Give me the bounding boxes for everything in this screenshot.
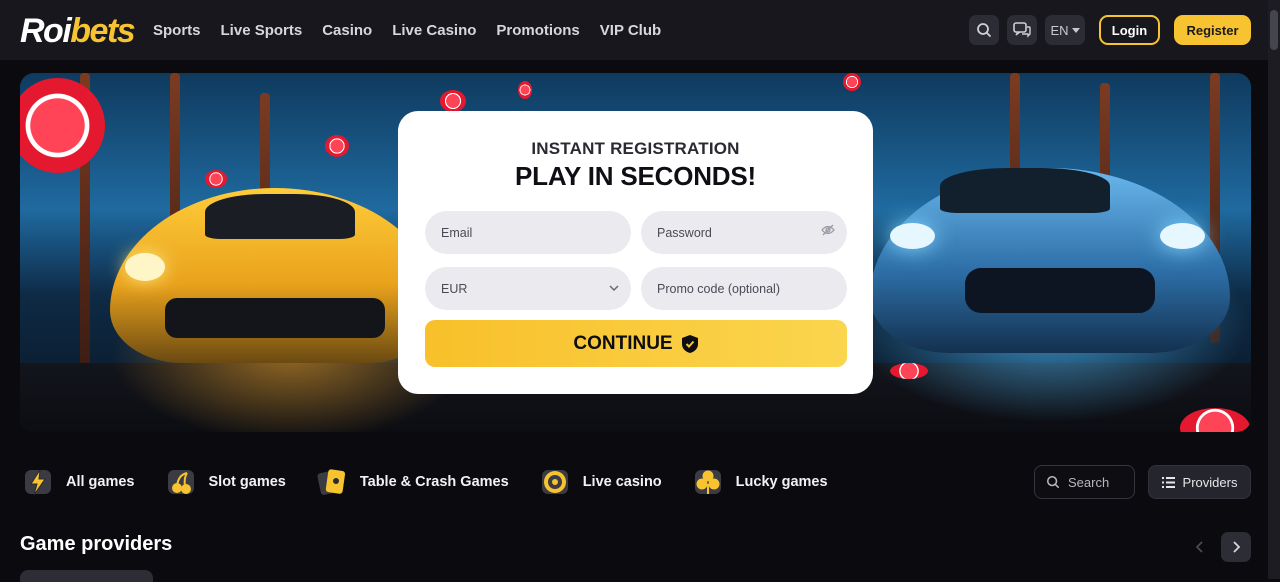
currency-select[interactable]: EUR	[425, 267, 631, 310]
cherry-icon	[167, 470, 194, 494]
category-all-games[interactable]: All games	[20, 464, 135, 500]
category-live-casino[interactable]: Live casino	[537, 464, 662, 500]
search-button[interactable]	[969, 15, 999, 45]
category-label: Slot games	[208, 474, 286, 490]
provider-card[interactable]	[20, 570, 153, 582]
registration-title: PLAY IN SECONDS!	[515, 161, 756, 191]
promo-placeholder: Promo code (optional)	[657, 281, 780, 296]
casino-chip	[890, 363, 928, 379]
password-field[interactable]: Password	[641, 211, 847, 254]
clover-icon	[694, 470, 721, 494]
category-label: Table & Crash Games	[359, 474, 509, 490]
category-label: All games	[66, 474, 135, 490]
page-scrollbar[interactable]	[1268, 0, 1280, 579]
casino-chip	[20, 78, 105, 173]
nav-live-sports[interactable]: Live Sports	[221, 22, 303, 39]
chat-button[interactable]	[1007, 15, 1037, 45]
category-table-crash-games[interactable]: Table & Crash Games	[314, 464, 509, 500]
providers-label: Providers	[1182, 474, 1238, 490]
search-placeholder: Search	[1068, 474, 1110, 490]
carousel-prev-button[interactable]	[1185, 532, 1215, 562]
cards-icon	[317, 469, 345, 495]
casino-chip	[518, 81, 532, 99]
shield-check-icon	[681, 334, 698, 353]
list-icon	[1161, 476, 1175, 488]
section-title: Game providers	[20, 533, 173, 555]
registration-card: INSTANT REGISTRATION PLAY IN SECONDS! Em…	[398, 111, 873, 394]
nav-sports[interactable]: Sports	[153, 22, 201, 39]
roulette-icon	[541, 470, 568, 494]
game-categories: All games Slot games Table & Crash Games…	[20, 462, 856, 502]
email-placeholder: Email	[441, 225, 473, 240]
category-label: Live casino	[582, 474, 662, 490]
continue-label: CONTINUE	[573, 332, 673, 354]
register-button[interactable]: Register	[1174, 15, 1251, 45]
providers-button[interactable]: Providers	[1148, 465, 1251, 499]
search-icon	[1046, 475, 1060, 489]
nav-casino[interactable]: Casino	[322, 22, 372, 39]
casino-chip	[325, 135, 349, 157]
blue-car	[870, 168, 1230, 353]
registration-subtitle: INSTANT REGISTRATION	[531, 139, 740, 158]
lightning-icon	[25, 469, 51, 496]
nav-live-casino[interactable]: Live Casino	[392, 22, 476, 39]
chevron-down-icon	[1071, 27, 1080, 33]
header-actions: EN Login Register	[969, 15, 1251, 45]
eye-off-icon[interactable]	[821, 224, 835, 236]
yellow-car	[110, 188, 440, 363]
language-selector[interactable]: EN	[1045, 15, 1085, 45]
top-bar: Roibets Sports Live Sports Casino Live C…	[0, 0, 1268, 60]
continue-button[interactable]: CONTINUE	[425, 320, 847, 367]
casino-chip	[205, 170, 227, 188]
category-slot-games[interactable]: Slot games	[163, 464, 286, 500]
carousel-next-button[interactable]	[1221, 532, 1251, 562]
email-field[interactable]: Email	[425, 211, 631, 254]
roibets-logo[interactable]: Roibets	[20, 12, 136, 50]
nav-promotions[interactable]: Promotions	[496, 22, 579, 39]
casino-chip	[843, 73, 861, 91]
nav-vip-club[interactable]: VIP Club	[600, 22, 661, 39]
casino-chip	[440, 90, 466, 112]
scrollbar-thumb[interactable]	[1270, 10, 1278, 50]
main-nav: Sports Live Sports Casino Live Casino Pr…	[153, 0, 661, 60]
category-label: Lucky games	[735, 474, 828, 490]
logo-text-part2: bets	[70, 12, 135, 50]
chevron-down-icon	[609, 285, 619, 291]
chevron-left-icon	[1196, 541, 1203, 553]
promo-code-field[interactable]: Promo code (optional)	[641, 267, 847, 310]
login-button[interactable]: Login	[1099, 15, 1160, 45]
search-icon	[977, 23, 991, 37]
category-lucky-games[interactable]: Lucky games	[690, 464, 828, 500]
logo-text-part1: Roi	[20, 12, 72, 50]
password-placeholder: Password	[657, 225, 712, 240]
chat-icon	[1013, 22, 1031, 38]
game-search-input[interactable]: Search	[1034, 465, 1135, 499]
language-label: EN	[1050, 22, 1069, 38]
currency-value: EUR	[441, 281, 468, 296]
chevron-right-icon	[1233, 541, 1240, 553]
